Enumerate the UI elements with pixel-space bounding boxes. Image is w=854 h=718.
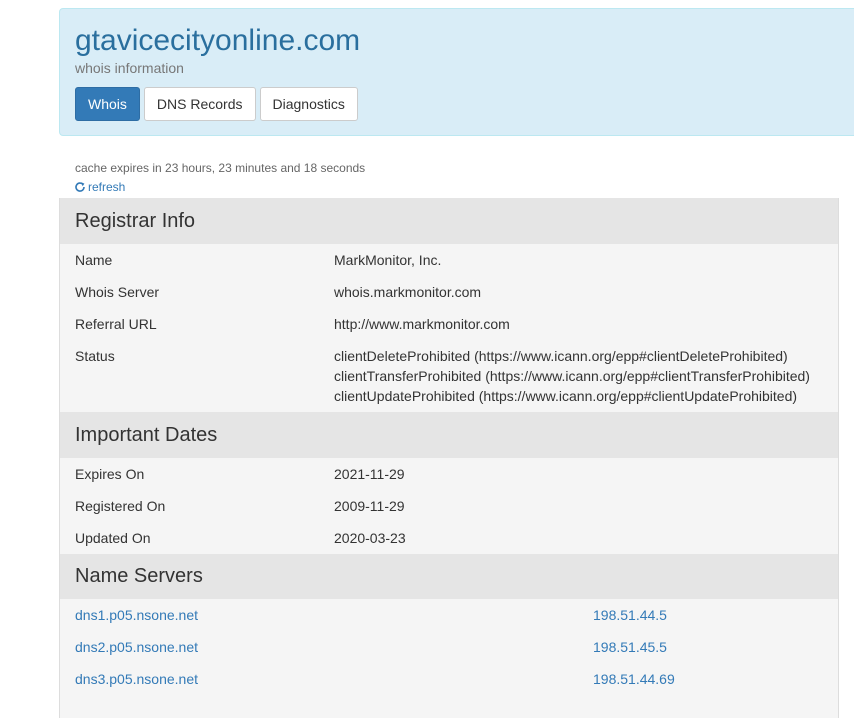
referral-url-label: Referral URL [75,316,157,332]
refresh-link[interactable]: refresh [74,179,125,195]
nameserver-ip-link[interactable]: 198.51.44.69 [593,669,675,689]
nameserver-host-link[interactable]: dns1.p05.nsone.net [75,605,198,625]
tab-whois[interactable]: Whois [75,87,140,121]
registered-on-label: Registered On [75,498,166,514]
status-value-transfer: clientTransferProhibited (https://www.ic… [334,368,810,384]
updated-on-label: Updated On [75,530,151,546]
nameserver-ip-link[interactable]: 198.51.44.5 [593,605,667,625]
nameserver-host-link[interactable]: dns2.p05.nsone.net [75,637,198,657]
registered-on-value: 2009-11-29 [334,498,405,514]
domain-subtitle: whois information [75,60,184,76]
referral-url-value: http://www.markmonitor.com [334,316,510,332]
registrar-name-label: Name [75,252,113,268]
tab-diagnostics[interactable]: Diagnostics [259,87,358,121]
updated-on-value: 2020-03-23 [334,530,406,546]
nameserver-host-link[interactable]: dns3.p05.nsone.net [75,669,198,689]
domain-title: gtavicecityonline.com [75,24,361,57]
whois-panel: Registrar Info Name MarkMonitor, Inc. Wh… [59,198,839,718]
name-servers-heading: Name Servers [60,554,838,599]
registrar-name-value: MarkMonitor, Inc. [334,252,442,268]
nameserver-ip-link[interactable]: 198.51.45.5 [593,637,667,657]
status-value-update: clientUpdateProhibited (https://www.ican… [334,388,798,404]
refresh-label: refresh [88,180,126,194]
expires-on-value: 2021-11-29 [334,466,405,482]
registrar-info-heading: Registrar Info [60,198,838,244]
status-label: Status [75,348,115,364]
tab-bar: Whois DNS Records Diagnostics [75,87,362,121]
refresh-icon [75,182,85,192]
tab-dns-records[interactable]: DNS Records [143,87,256,121]
important-dates-heading: Important Dates [60,412,838,458]
status-value-delete: clientDeleteProhibited (https://www.ican… [334,348,788,364]
whois-server-label: Whois Server [75,284,160,300]
whois-server-value: whois.markmonitor.com [334,284,482,300]
expires-on-label: Expires On [75,466,145,482]
cache-expiry-text: cache expires in 23 hours, 23 minutes an… [75,161,366,175]
domain-header: gtavicecityonline.com whois information … [59,8,854,136]
